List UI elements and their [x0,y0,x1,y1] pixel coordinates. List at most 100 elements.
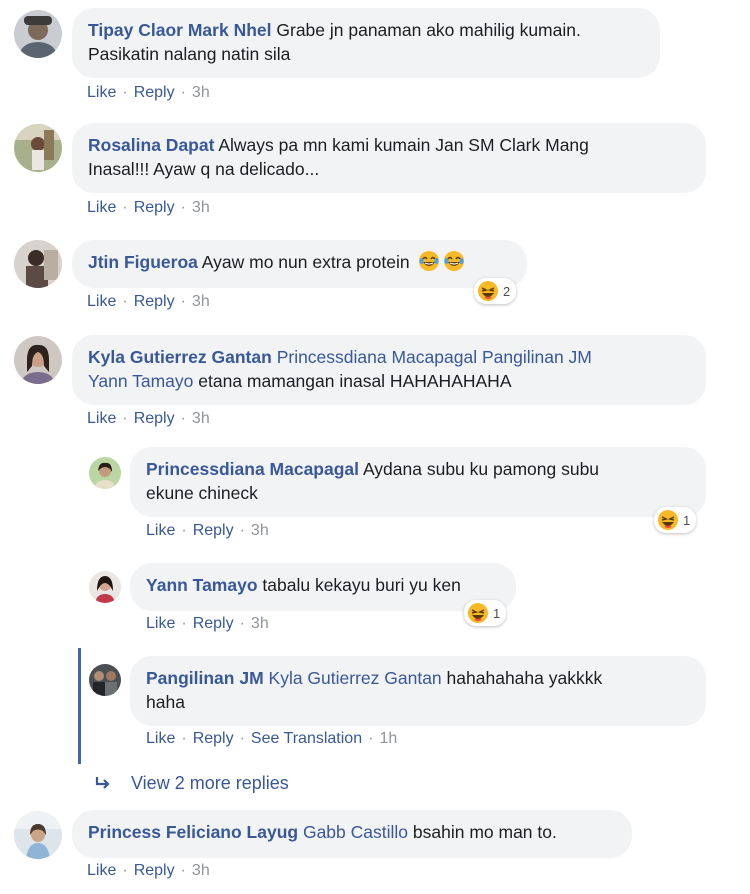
comment-text: Aydana subu ku pamong subu [362,459,600,479]
avatar[interactable] [89,664,121,696]
comment-actions: Like · Reply · 3h [87,199,210,217]
comment-timestamp[interactable]: 3h [192,293,210,310]
reaction-count: 1 [683,512,691,528]
avatar-photo [89,664,121,696]
comment-bubble: Yann Tamayo tabalu kekayu buri yu ken [130,563,516,611]
reaction-count: 2 [503,283,511,299]
comment-actions: Like · Reply · 3h [87,293,210,311]
avatar[interactable] [14,240,62,288]
comment-timestamp[interactable]: 3h [251,615,269,632]
comment-timestamp[interactable]: 3h [192,862,210,879]
like-link[interactable]: Like [87,84,116,101]
avatar[interactable] [89,457,121,489]
laughing-emoji-icon [657,509,679,531]
avatar-photo [14,811,62,859]
avatar[interactable] [14,10,62,58]
separator-dot: · [122,410,128,427]
avatar-photo [14,124,62,172]
separator-dot: · [180,199,186,216]
reaction-count: 1 [493,605,501,621]
separator-dot: · [122,862,128,879]
comment-author[interactable]: Jtin Figueroa [88,252,198,272]
comment-timestamp[interactable]: 1h [379,730,397,747]
reaction-badge[interactable]: 1 [464,600,507,626]
comment-author[interactable]: Princessdiana Macapagal [146,459,359,479]
comment-timestamp[interactable]: 3h [192,84,210,101]
avatar[interactable] [14,811,62,859]
comment-text: bsahin mo man to. [412,822,557,842]
comment-bubble: Jtin Figueroa Ayaw mo nun extra protein [72,240,527,288]
comment-text: etana mamangan inasal HAHAHAHAHA [198,371,512,391]
tagged-user-link[interactable]: Gabb Castillo [303,822,408,842]
laughing-tears-emoji-icon [418,250,440,272]
reply-link[interactable]: Reply [193,730,234,747]
separator-dot: · [180,862,186,879]
comment-author[interactable]: Kyla Gutierrez Gantan [88,347,272,367]
comment-actions: Like · Reply · See Translation · 1h [146,730,397,748]
comment-timestamp[interactable]: 3h [192,199,210,216]
avatar-photo [14,336,62,384]
comment-actions: Like · Reply · 3h [146,615,269,633]
separator-dot: · [239,615,245,632]
reply-link[interactable]: Reply [134,84,175,101]
avatar-photo [89,457,121,489]
highlight-bar [78,648,81,764]
separator-dot: · [122,84,128,101]
laughing-tears-emoji-icon [443,250,465,272]
comment-text: hahahahaha yakkkk [446,668,603,688]
comment-timestamp[interactable]: 3h [251,522,269,539]
reply-link[interactable]: Reply [134,862,175,879]
avatar[interactable] [89,571,121,603]
like-link[interactable]: Like [146,522,175,539]
reply-link[interactable]: Reply [134,410,175,427]
reply-link[interactable]: Reply [134,199,175,216]
comment-timestamp[interactable]: 3h [192,410,210,427]
like-link[interactable]: Like [87,293,116,310]
comment-author[interactable]: Pangilinan JM [146,668,264,688]
like-link[interactable]: Like [87,862,116,879]
avatar[interactable] [14,124,62,172]
like-link[interactable]: Like [146,730,175,747]
comment-bubble: Kyla Gutierrez Gantan Princessdiana Maca… [72,335,706,405]
comment-bubble: Princess Feliciano Layug Gabb Castillo b… [72,810,632,858]
comment-author[interactable]: Yann Tamayo [146,575,258,595]
avatar[interactable] [14,336,62,384]
comment-text: Pasikatin nalang natin sila [88,44,291,64]
comment-bubble: Pangilinan JM Kyla Gutierrez Gantan haha… [130,656,706,726]
separator-dot: · [181,615,187,632]
comment-author[interactable]: Princess Feliciano Layug [88,822,298,842]
like-link[interactable]: Like [87,199,116,216]
tagged-user-link[interactable]: Princessdiana Macapagal Pangilinan JM [277,347,592,367]
comment-actions: Like · Reply · 3h [87,84,210,102]
separator-dot: · [239,522,245,539]
comment-text: Ayaw mo nun extra protein [201,252,410,272]
reaction-badge[interactable]: 2 [474,278,517,304]
comment-text: haha [146,692,185,712]
comment-actions: Like · Reply · 3h [87,410,210,428]
view-more-replies-label[interactable]: View 2 more replies [131,773,289,793]
view-more-replies[interactable]: View 2 more replies [95,773,289,794]
separator-dot: · [180,84,186,101]
comment-author[interactable]: Rosalina Dapat [88,135,214,155]
separator-dot: · [180,410,186,427]
separator-dot: · [181,730,187,747]
avatar-photo [14,240,62,288]
avatar-photo [14,10,62,58]
tagged-user-link[interactable]: Yann Tamayo [88,371,193,391]
reply-link[interactable]: Reply [193,522,234,539]
like-link[interactable]: Like [87,410,116,427]
tagged-user-link[interactable]: Kyla Gutierrez Gantan [269,668,442,688]
reaction-badge[interactable]: 1 [654,507,697,533]
comment-author[interactable]: Tipay Claor Mark Nhel [88,20,272,40]
laughing-emoji-icon [467,602,489,624]
see-translation-link[interactable]: See Translation [251,730,362,747]
like-link[interactable]: Like [146,615,175,632]
separator-dot: · [122,199,128,216]
separator-dot: · [368,730,374,747]
reply-link[interactable]: Reply [193,615,234,632]
comment-bubble: Princessdiana Macapagal Aydana subu ku p… [130,447,706,517]
reply-link[interactable]: Reply [134,293,175,310]
comment-text: Inasal!!! Ayaw q na delicado... [88,159,320,179]
separator-dot: · [181,522,187,539]
comment-actions: Like · Reply · 3h [146,522,269,540]
